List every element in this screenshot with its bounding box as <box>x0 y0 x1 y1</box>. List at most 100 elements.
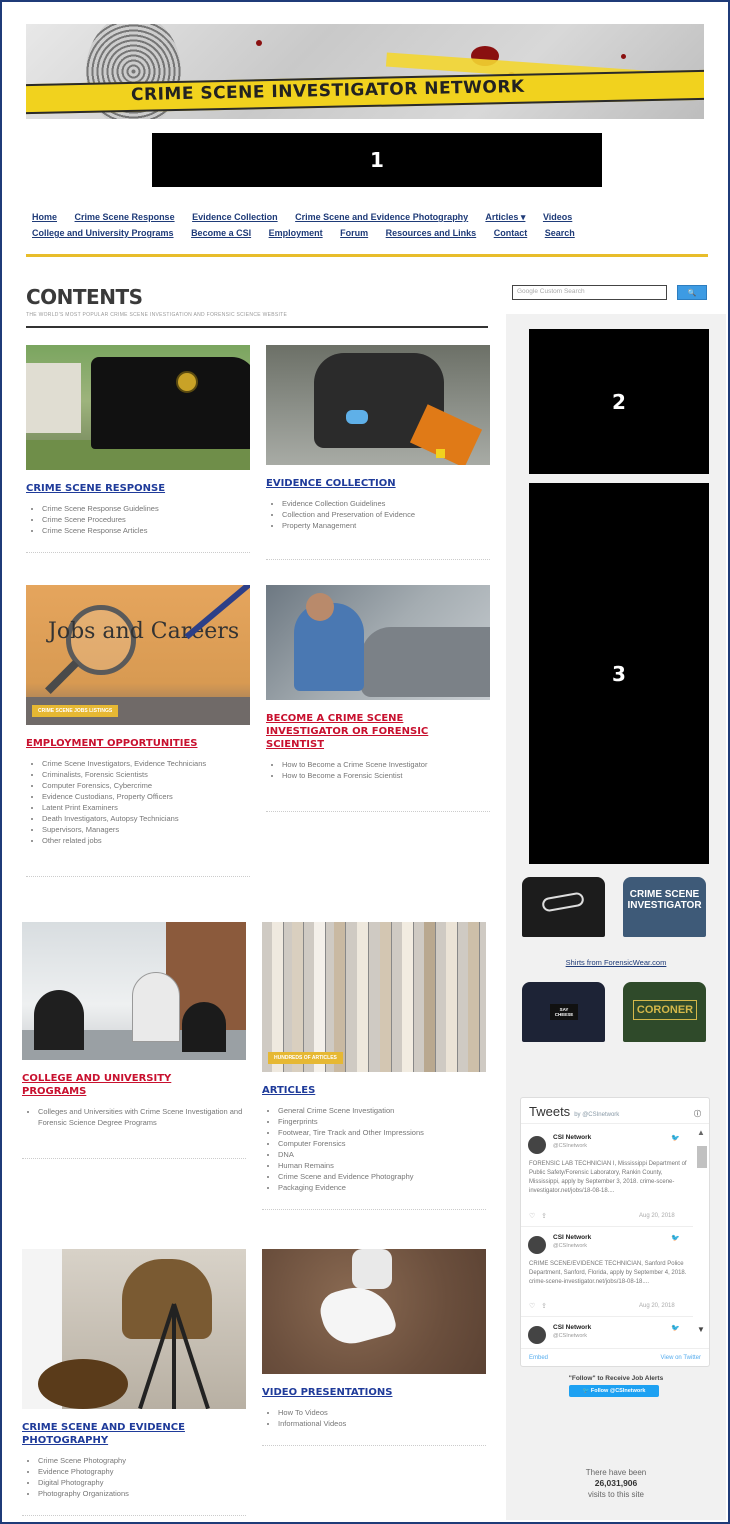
tweet-date[interactable]: Aug 20, 2018 <box>639 1213 675 1219</box>
vehicle-graphic <box>361 627 490 697</box>
nav-employment[interactable]: Employment <box>269 228 323 238</box>
card-image[interactable] <box>22 922 246 1060</box>
card-title-link[interactable]: BECOME A CRIME SCENE INVESTIGATOR OR FOR… <box>266 712 441 751</box>
list-item[interactable]: General Crime Scene Investigation <box>278 1105 486 1116</box>
card-image[interactable] <box>266 345 490 465</box>
list-item[interactable]: Supervisors, Managers <box>42 824 250 835</box>
list-item[interactable]: How to Become a Forensic Scientist <box>282 770 490 781</box>
nav-search[interactable]: Search <box>545 228 575 238</box>
nav-become-csi[interactable]: Become a CSI <box>191 228 251 238</box>
shirt-image[interactable]: CRIME SCENE INVESTIGATOR <box>623 877 706 937</box>
follow-button[interactable]: 🐦 Follow @CSInetwork <box>569 1385 659 1397</box>
list-item[interactable]: Digital Photography <box>38 1477 246 1488</box>
twitter-timeline[interactable]: Tweets by @CSInetwork ⓘ CSI Network @CSI… <box>520 1097 710 1367</box>
list-item[interactable]: Photography Organizations <box>38 1488 246 1499</box>
tweet-scrollbar[interactable]: ▲ ▼ <box>695 1128 707 1334</box>
list-item[interactable]: Informational Videos <box>278 1418 486 1429</box>
tweet[interactable]: CSI Network @CSInetwork 🐦 CRIME SCENE/EV… <box>521 1234 693 1317</box>
list-item[interactable]: How To Videos <box>278 1407 486 1418</box>
list-item[interactable]: Criminalists, Forensic Scientists <box>42 769 250 780</box>
card-image[interactable]: HUNDREDS OF ARTICLES <box>262 922 486 1072</box>
embed-link[interactable]: Embed <box>529 1355 548 1361</box>
list-item[interactable]: Fingerprints <box>278 1116 486 1127</box>
list-item[interactable]: Property Management <box>282 520 490 531</box>
list-item[interactable]: Human Remains <box>278 1160 486 1171</box>
site-banner[interactable]: CRIME SCENE INVESTIGATOR NETWORK <box>26 24 704 119</box>
nav-videos[interactable]: Videos <box>543 212 572 222</box>
nav-photography[interactable]: Crime Scene and Evidence Photography <box>295 212 468 222</box>
view-on-twitter-link[interactable]: View on Twitter <box>661 1355 701 1361</box>
shirt-image[interactable] <box>522 877 605 937</box>
card-title-link[interactable]: VIDEO PRESENTATIONS <box>262 1386 486 1399</box>
nav-resources[interactable]: Resources and Links <box>386 228 477 238</box>
list-item[interactable]: Footwear, Tire Track and Other Impressio… <box>278 1127 486 1138</box>
card-title-link[interactable]: EVIDENCE COLLECTION <box>266 477 490 490</box>
nav-articles[interactable]: Articles ▾ <box>485 212 525 222</box>
shirts-link[interactable]: Shirts from ForensicWear.com <box>506 958 726 967</box>
card-title-link[interactable]: COLLEGE AND UNIVERSITY PROGRAMS <box>22 1072 202 1098</box>
list-item[interactable]: Computer Forensics <box>278 1138 486 1149</box>
tweet-actions[interactable]: ♡ ⇪ <box>529 1302 547 1310</box>
list-item[interactable]: Evidence Photography <box>38 1466 246 1477</box>
tweet-actions[interactable]: ♡ ⇪ <box>529 1212 547 1220</box>
list-item[interactable]: Crime Scene and Evidence Photography <box>278 1171 486 1182</box>
tweet-text: CRIME SCENE/EVIDENCE TECHNICIAN, Sanford… <box>529 1261 687 1285</box>
tweet-author[interactable]: CSI Network <box>553 1324 591 1331</box>
scrollbar-thumb[interactable] <box>697 1146 707 1168</box>
nav-home[interactable]: Home <box>32 212 57 222</box>
twitter-by-link[interactable]: by @CSInetwork <box>574 1112 619 1118</box>
tweet-author[interactable]: CSI Network <box>553 1234 591 1241</box>
tweet-handle[interactable]: @CSInetwork <box>553 1143 587 1149</box>
info-icon[interactable]: ⓘ <box>694 1109 701 1119</box>
list-item[interactable]: Crime Scene Investigators, Evidence Tech… <box>42 758 250 769</box>
list-item[interactable]: Packaging Evidence <box>278 1182 486 1193</box>
tweet-author[interactable]: CSI Network <box>553 1134 591 1141</box>
tweet[interactable]: CSI Network @CSInetwork 🐦 FORENSIC LAB T… <box>521 1134 693 1227</box>
crime-scene-van <box>91 357 250 449</box>
nav-forum[interactable]: Forum <box>340 228 368 238</box>
list-item[interactable]: Crime Scene Response Articles <box>42 525 250 536</box>
list-item[interactable]: Other related jobs <box>42 835 250 846</box>
tweet-date[interactable]: Aug 20, 2018 <box>639 1303 675 1309</box>
list-item[interactable]: Crime Scene Response Guidelines <box>42 503 250 514</box>
avatar[interactable] <box>528 1136 546 1154</box>
tweet[interactable]: CSI Network @CSInetwork 🐦 <box>521 1324 693 1348</box>
scroll-down-icon[interactable]: ▼ <box>695 1325 707 1334</box>
card-image[interactable] <box>22 1249 246 1409</box>
tweet-handle[interactable]: @CSInetwork <box>553 1333 587 1339</box>
list-item[interactable]: Evidence Custodians, Property Officers <box>42 791 250 802</box>
card-image[interactable] <box>266 585 490 700</box>
list-item[interactable]: Crime Scene Photography <box>38 1455 246 1466</box>
tweet-handle[interactable]: @CSInetwork <box>553 1243 587 1249</box>
nav-college-programs[interactable]: College and University Programs <box>32 228 174 238</box>
avatar[interactable] <box>528 1236 546 1254</box>
list-item[interactable]: Death Investigators, Autopsy Technicians <box>42 813 250 824</box>
search-button[interactable]: 🔍 <box>677 285 707 300</box>
nav-evidence-collection[interactable]: Evidence Collection <box>192 212 278 222</box>
shirt-image[interactable]: SAY CHEESE <box>522 982 605 1042</box>
nav-contact[interactable]: Contact <box>494 228 528 238</box>
search-input[interactable]: Google Custom Search <box>512 285 667 300</box>
card-title-link[interactable]: EMPLOYMENT OPPORTUNITIES <box>26 737 250 750</box>
list-item[interactable]: Collection and Preservation of Evidence <box>282 509 490 520</box>
list-item[interactable]: Latent Print Examiners <box>42 802 250 813</box>
card-title-link[interactable]: ARTICLES <box>262 1084 486 1097</box>
nav-crime-scene-response[interactable]: Crime Scene Response <box>75 212 175 222</box>
list-item[interactable]: Crime Scene Procedures <box>42 514 250 525</box>
card-image[interactable] <box>26 345 250 470</box>
card-image[interactable]: Jobs and Careers CRIME SCENE JOBS LISTIN… <box>26 585 250 725</box>
list-item[interactable]: Colleges and Universities with Crime Sce… <box>38 1106 246 1128</box>
list-item[interactable]: DNA <box>278 1149 486 1160</box>
list-item[interactable]: Computer Forensics, Cybercrime <box>42 780 250 791</box>
list-item[interactable]: How to Become a Crime Scene Investigator <box>282 759 490 770</box>
shirt-image[interactable]: CORONER <box>623 982 706 1042</box>
card-link-list: General Crime Scene Investigation Finger… <box>262 1105 486 1193</box>
card-image[interactable] <box>262 1249 486 1374</box>
list-item[interactable]: Evidence Collection Guidelines <box>282 498 490 509</box>
twitter-bird-icon: 🐦 <box>671 1325 680 1332</box>
avatar[interactable] <box>528 1326 546 1344</box>
scroll-up-icon[interactable]: ▲ <box>695 1128 707 1137</box>
card-title-link[interactable]: CRIME SCENE RESPONSE <box>26 482 250 495</box>
card-divider <box>266 559 490 560</box>
card-title-link[interactable]: CRIME SCENE AND EVIDENCE PHOTOGRAPHY <box>22 1421 202 1447</box>
